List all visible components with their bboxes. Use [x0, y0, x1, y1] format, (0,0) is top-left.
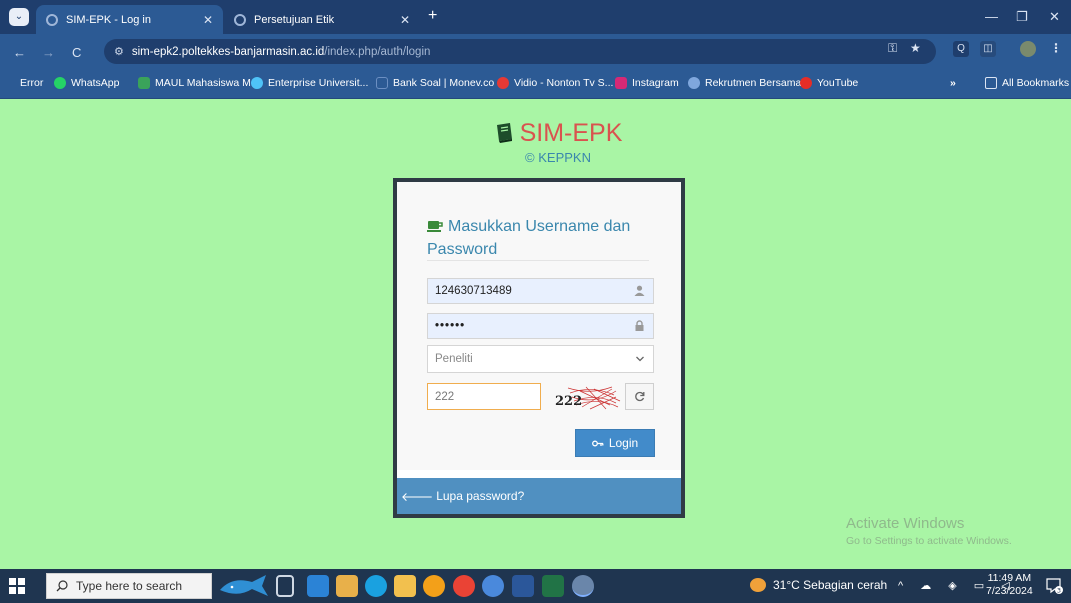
tab-persetujuan-etik[interactable]: Persetujuan Etik ✕ [224, 5, 420, 34]
folder-icon [985, 77, 997, 89]
task-view-icon[interactable] [276, 575, 294, 597]
tab-sim-epk-login[interactable]: SIM-EPK - Log in ✕ [36, 5, 223, 34]
browser-toolbar: ← → C ⚙ sim-epk2.poltekkes-banjarmasin.a… [0, 34, 1071, 69]
mail-icon[interactable] [307, 575, 329, 597]
weather-sun-icon [750, 578, 766, 592]
brand-title: SIM-EPK [519, 118, 623, 147]
brand-header: SIM-EPK [478, 116, 638, 150]
url-path: /index.php/auth/login [324, 45, 431, 58]
bookmarks-bar: Error WhatsApp MAUL Mahasiswa M... Enter… [0, 69, 1071, 99]
copyright-text: © KEPPKN [525, 150, 591, 165]
weather-widget[interactable]: 31°C Sebagian cerah [750, 578, 887, 592]
maul-icon [138, 77, 150, 89]
watermark-subtitle: Go to Settings to activate Windows. [846, 535, 1012, 547]
chrome-icon[interactable] [453, 575, 475, 597]
word-icon[interactable] [512, 575, 534, 597]
arrow-left-icon: 🡐 [401, 489, 434, 504]
url-host: sim-epk2.poltekkes-banjarmasin.ac.id [131, 45, 325, 58]
password-key-icon[interactable]: ⚿ [888, 41, 897, 56]
site-info-icon[interactable]: ⚙ [114, 45, 124, 58]
chrome-profile-icon[interactable] [482, 575, 504, 597]
form-title: Masukkan Username dan Password [427, 218, 631, 258]
taskbar-search-box[interactable]: Type here to search [46, 573, 212, 599]
bookmark-rekrutmen[interactable]: Rekrutmen Bersama... [688, 77, 810, 89]
all-bookmarks-button[interactable]: All Bookmarks [985, 77, 1069, 89]
profile-avatar[interactable] [1020, 41, 1036, 57]
windows-start-icon[interactable] [9, 578, 25, 594]
browser-menu-icon[interactable]: ⋮ [1050, 41, 1062, 55]
username-input[interactable]: 124630713489 [427, 278, 654, 304]
captcha-image: 222 [550, 383, 621, 410]
tab-search-button[interactable]: ⌄ [9, 8, 29, 26]
chevron-down-icon [636, 356, 644, 362]
rekrutmen-icon [688, 77, 700, 89]
refresh-icon [635, 391, 645, 402]
whale-search-highlight-icon [220, 575, 268, 596]
forgot-password-link[interactable]: 🡐 Lupa password? [397, 478, 681, 514]
login-button[interactable]: Login [575, 429, 655, 457]
new-tab-icon[interactable]: + [428, 7, 437, 25]
bookmark-error[interactable]: Error [20, 77, 43, 89]
excel-icon[interactable] [542, 575, 564, 597]
close-window-icon[interactable]: ✕ [1049, 9, 1060, 25]
search-icon [56, 580, 68, 592]
bookmark-whatsapp[interactable]: WhatsApp [54, 77, 119, 89]
captcha-text: 222 [555, 394, 582, 409]
address-bar[interactable]: ⚙ sim-epk2.poltekkes-banjarmasin.ac.id /… [104, 39, 936, 64]
browser-tab-strip: ⌄ SIM-EPK - Log in ✕ Persetujuan Etik ✕ … [0, 0, 1071, 34]
bookmark-instagram[interactable]: Instagram [615, 77, 679, 89]
whatsapp-icon [54, 77, 66, 89]
bookmark-enterprise[interactable]: Enterprise Universit... [251, 77, 368, 89]
svg-text:3: 3 [1057, 587, 1061, 595]
taskbar-clock[interactable]: 11:49 AM 7/23/2024 [986, 572, 1033, 598]
tab-close-icon[interactable]: ✕ [400, 13, 410, 27]
youtube-icon [800, 77, 812, 89]
bookmark-star-icon[interactable]: ★ [910, 41, 921, 55]
bookmark-vidio[interactable]: Vidio - Nonton Tv S... [497, 77, 613, 89]
taskbar: Type here to search 31°C Sebagian cerah … [0, 569, 1071, 603]
lock-icon [635, 320, 644, 331]
forward-icon[interactable]: → [42, 45, 55, 60]
login-card: Masukkan Username dan Password 124630713… [393, 178, 685, 518]
key-icon [591, 440, 604, 446]
tab-favicon-icon [234, 13, 246, 26]
tab-label: Persetujuan Etik [254, 13, 335, 26]
chrome-yellow-icon[interactable] [423, 575, 445, 597]
password-input[interactable]: •••••• [427, 313, 654, 339]
tab-close-icon[interactable]: ✕ [203, 13, 213, 27]
tab-favicon-icon [46, 13, 58, 26]
more-bookmarks-button[interactable]: » [950, 77, 956, 89]
refresh-captcha-button[interactable] [625, 383, 654, 410]
vidio-icon [497, 77, 509, 89]
bookmark-bank-soal[interactable]: Bank Soal | Monev.co [376, 77, 494, 89]
notification-icon[interactable]: 3 [1046, 578, 1063, 594]
watermark-title: Activate Windows [846, 515, 965, 532]
edge-icon[interactable] [365, 575, 387, 597]
activate-windows-watermark: Activate Windows Go to Settings to activ… [846, 515, 1012, 547]
bank-soal-icon [376, 77, 388, 89]
chrome-active-icon[interactable] [572, 575, 594, 597]
coffee-icon [427, 221, 443, 232]
enterprise-icon [251, 77, 263, 89]
bookmark-maul[interactable]: MAUL Mahasiswa M... [138, 77, 260, 89]
restore-icon[interactable]: ❐ [1016, 9, 1028, 25]
calculator-icon[interactable] [336, 575, 358, 597]
role-select[interactable]: Peneliti [427, 345, 654, 373]
user-icon [634, 285, 645, 296]
back-icon[interactable]: ← [13, 45, 26, 60]
minimize-icon[interactable]: — [985, 9, 998, 24]
instagram-icon [615, 77, 627, 89]
login-form: Masukkan Username dan Password 124630713… [397, 182, 681, 470]
tab-label: SIM-EPK - Log in [66, 13, 151, 26]
captcha-input[interactable]: 222 [427, 383, 541, 410]
reload-icon[interactable]: C [72, 45, 81, 60]
file-explorer-icon[interactable] [394, 575, 416, 597]
book-icon [496, 123, 512, 143]
title-divider [427, 260, 649, 261]
extensions-puzzle-icon[interactable]: ◫ [980, 41, 996, 57]
bookmark-youtube[interactable]: YouTube [800, 77, 858, 89]
extension-icon[interactable]: Q [953, 41, 969, 57]
